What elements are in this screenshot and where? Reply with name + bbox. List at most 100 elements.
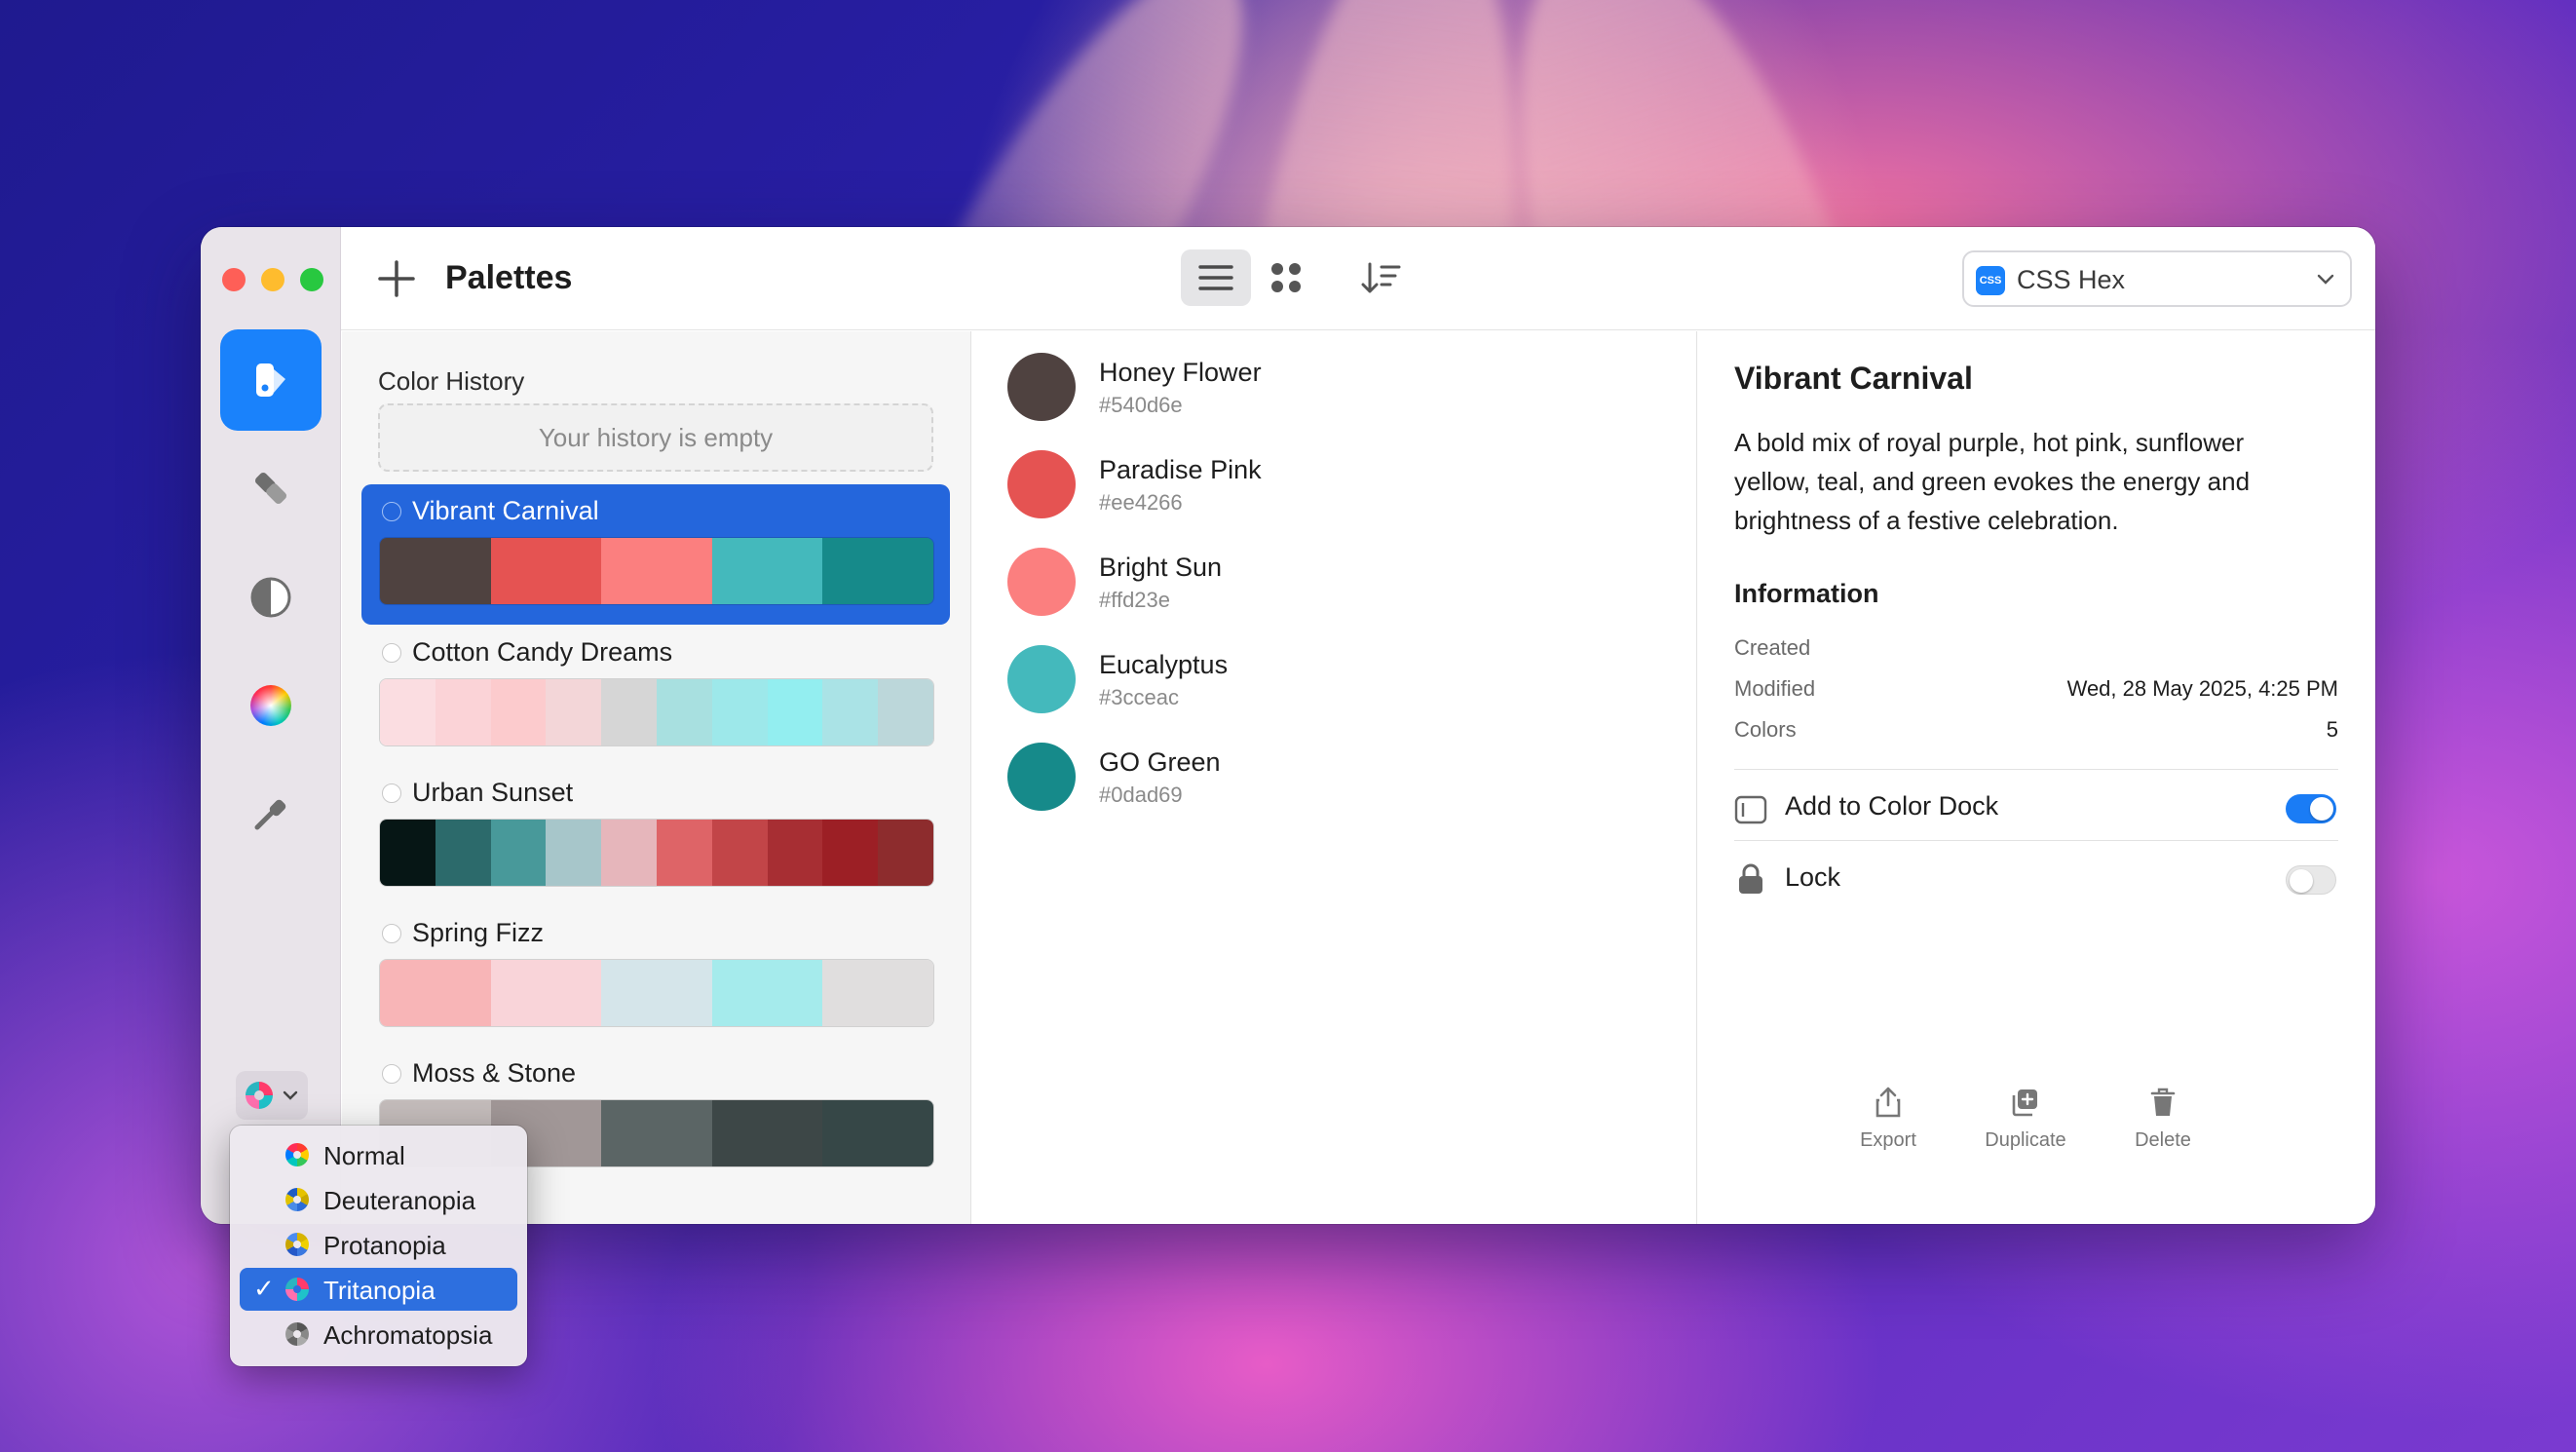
lock-toggle[interactable] xyxy=(2286,865,2336,895)
color-swatch xyxy=(1007,450,1076,518)
rail-collections-button[interactable] xyxy=(220,438,322,539)
dock-icon xyxy=(1734,795,1767,824)
palette-swatch xyxy=(490,960,602,1026)
color-row[interactable]: Honey Flower #540d6e xyxy=(1007,353,1650,440)
export-icon xyxy=(1875,1087,1901,1118)
delete-button[interactable]: Delete xyxy=(2109,1086,2216,1152)
delete-label: Delete xyxy=(2135,1129,2191,1151)
color-dock-row: Add to Color Dock xyxy=(1734,789,2338,828)
color-row[interactable]: GO Green #0dad69 xyxy=(1007,743,1650,830)
add-palette-icon[interactable] xyxy=(374,256,419,301)
palette-swatch xyxy=(711,679,768,745)
vision-menu-item-normal[interactable]: Normal xyxy=(240,1133,517,1176)
palette-name: Spring Fizz xyxy=(412,918,545,947)
vision-menu-item-deuteranopia[interactable]: Deuteranopia xyxy=(240,1178,517,1221)
modified-label: Modified xyxy=(1734,676,1816,701)
color-dock-label: Add to Color Dock xyxy=(1785,791,1999,821)
vision-simulation-button[interactable] xyxy=(236,1071,308,1120)
palette-swatch xyxy=(601,679,657,745)
toolbar: Palettes CSS CSS Hex xyxy=(341,227,2375,330)
zoom-window-button[interactable] xyxy=(300,268,323,291)
export-button[interactable]: Export xyxy=(1835,1086,1942,1152)
color-name: Paradise Pink xyxy=(1099,455,1262,484)
palette-radio[interactable] xyxy=(382,643,401,663)
color-name: Honey Flower xyxy=(1099,358,1262,387)
vision-wheel-icon xyxy=(285,1278,309,1301)
minimize-window-button[interactable] xyxy=(261,268,284,291)
sort-button[interactable] xyxy=(1346,249,1417,306)
chevron-down-icon xyxy=(283,1090,298,1100)
palette-item[interactable]: Spring Fizz xyxy=(361,906,950,1047)
palette-swatch xyxy=(435,820,491,886)
color-row[interactable]: Eucalyptus #3cceac xyxy=(1007,645,1650,733)
list-view-button[interactable] xyxy=(1181,249,1251,306)
palette-radio[interactable] xyxy=(382,502,401,521)
palette-swatch xyxy=(822,1100,933,1166)
colors-count-row: Colors 5 xyxy=(1734,717,2338,743)
color-row[interactable]: Bright Sun #ffd23e xyxy=(1007,548,1650,635)
rail-palettes-button[interactable] xyxy=(220,329,322,431)
rail-color-wheel-button[interactable] xyxy=(220,655,322,756)
format-select-value: CSS Hex xyxy=(2017,265,2126,294)
vision-wheel-icon xyxy=(246,1082,273,1109)
palette-swatch xyxy=(380,820,436,886)
palette-swatch xyxy=(601,538,712,604)
color-row[interactable]: Paradise Pink #ee4266 xyxy=(1007,450,1650,538)
palette-swatch xyxy=(767,679,823,745)
rail-picker-button[interactable] xyxy=(220,763,322,864)
grid-view-button[interactable] xyxy=(1251,249,1321,306)
palette-name: Moss & Stone xyxy=(412,1058,577,1088)
palette-swatch-strip xyxy=(379,819,934,887)
palette-radio[interactable] xyxy=(382,1064,401,1084)
color-hex: #ee4266 xyxy=(1099,490,1183,515)
icon-rail xyxy=(201,227,341,1224)
palette-swatch xyxy=(380,960,491,1026)
duplicate-label: Duplicate xyxy=(1985,1129,2066,1151)
sort-icon xyxy=(1361,262,1401,293)
color-name: Eucalyptus xyxy=(1099,650,1229,679)
palette-swatch xyxy=(380,679,436,745)
palettes-icon xyxy=(256,363,285,397)
palette-swatch-strip xyxy=(379,678,934,746)
grid-icon xyxy=(1271,263,1301,292)
palette-name: Urban Sunset xyxy=(412,778,574,807)
duplicate-button[interactable]: Duplicate xyxy=(1972,1086,2079,1152)
color-hex: #ffd23e xyxy=(1099,588,1171,612)
vision-menu-item-label: Normal xyxy=(323,1141,405,1170)
color-dock-toggle[interactable] xyxy=(2286,794,2336,823)
lock-row: Lock xyxy=(1734,860,2338,899)
palette-swatch xyxy=(822,960,933,1026)
palette-swatch xyxy=(490,820,547,886)
lock-label: Lock xyxy=(1785,862,1841,892)
format-select[interactable]: CSS CSS Hex xyxy=(1962,250,2352,307)
palette-swatch xyxy=(711,1100,823,1166)
lock-icon xyxy=(1739,863,1762,894)
vision-menu-item-label: Protanopia xyxy=(323,1231,446,1260)
vision-menu-item-protanopia[interactable]: Protanopia xyxy=(240,1223,517,1266)
vision-menu-item-achromatopsia[interactable]: Achromatopsia xyxy=(240,1313,517,1356)
eyedropper-icon xyxy=(254,799,286,830)
palette-swatch xyxy=(601,820,657,886)
palette-item[interactable]: Cotton Candy Dreams xyxy=(361,626,950,766)
rail-contrast-button[interactable] xyxy=(220,547,322,648)
palette-item[interactable]: Urban Sunset xyxy=(361,766,950,906)
palette-swatch-strip xyxy=(379,537,934,605)
palette-item[interactable]: Vibrant Carnival xyxy=(361,484,950,625)
palette-swatch xyxy=(601,1100,712,1166)
palette-swatch xyxy=(656,820,712,886)
palette-name: Vibrant Carnival xyxy=(412,496,599,525)
color-swatch xyxy=(1007,548,1076,616)
contrast-icon xyxy=(250,577,291,618)
vision-menu-item-tritanopia[interactable]: ✓ Tritanopia xyxy=(240,1268,517,1311)
palette-name: Cotton Candy Dreams xyxy=(412,637,673,667)
color-history-empty: Your history is empty xyxy=(378,403,933,472)
palette-radio[interactable] xyxy=(382,783,401,803)
page-title: Palettes xyxy=(445,259,573,296)
color-swatch xyxy=(1007,743,1076,811)
close-window-button[interactable] xyxy=(222,268,246,291)
palette-radio[interactable] xyxy=(382,924,401,943)
color-name: GO Green xyxy=(1099,747,1221,777)
vision-wheel-icon xyxy=(285,1143,309,1166)
palette-swatch xyxy=(822,820,879,886)
checkmark-icon: ✓ xyxy=(253,1274,275,1303)
